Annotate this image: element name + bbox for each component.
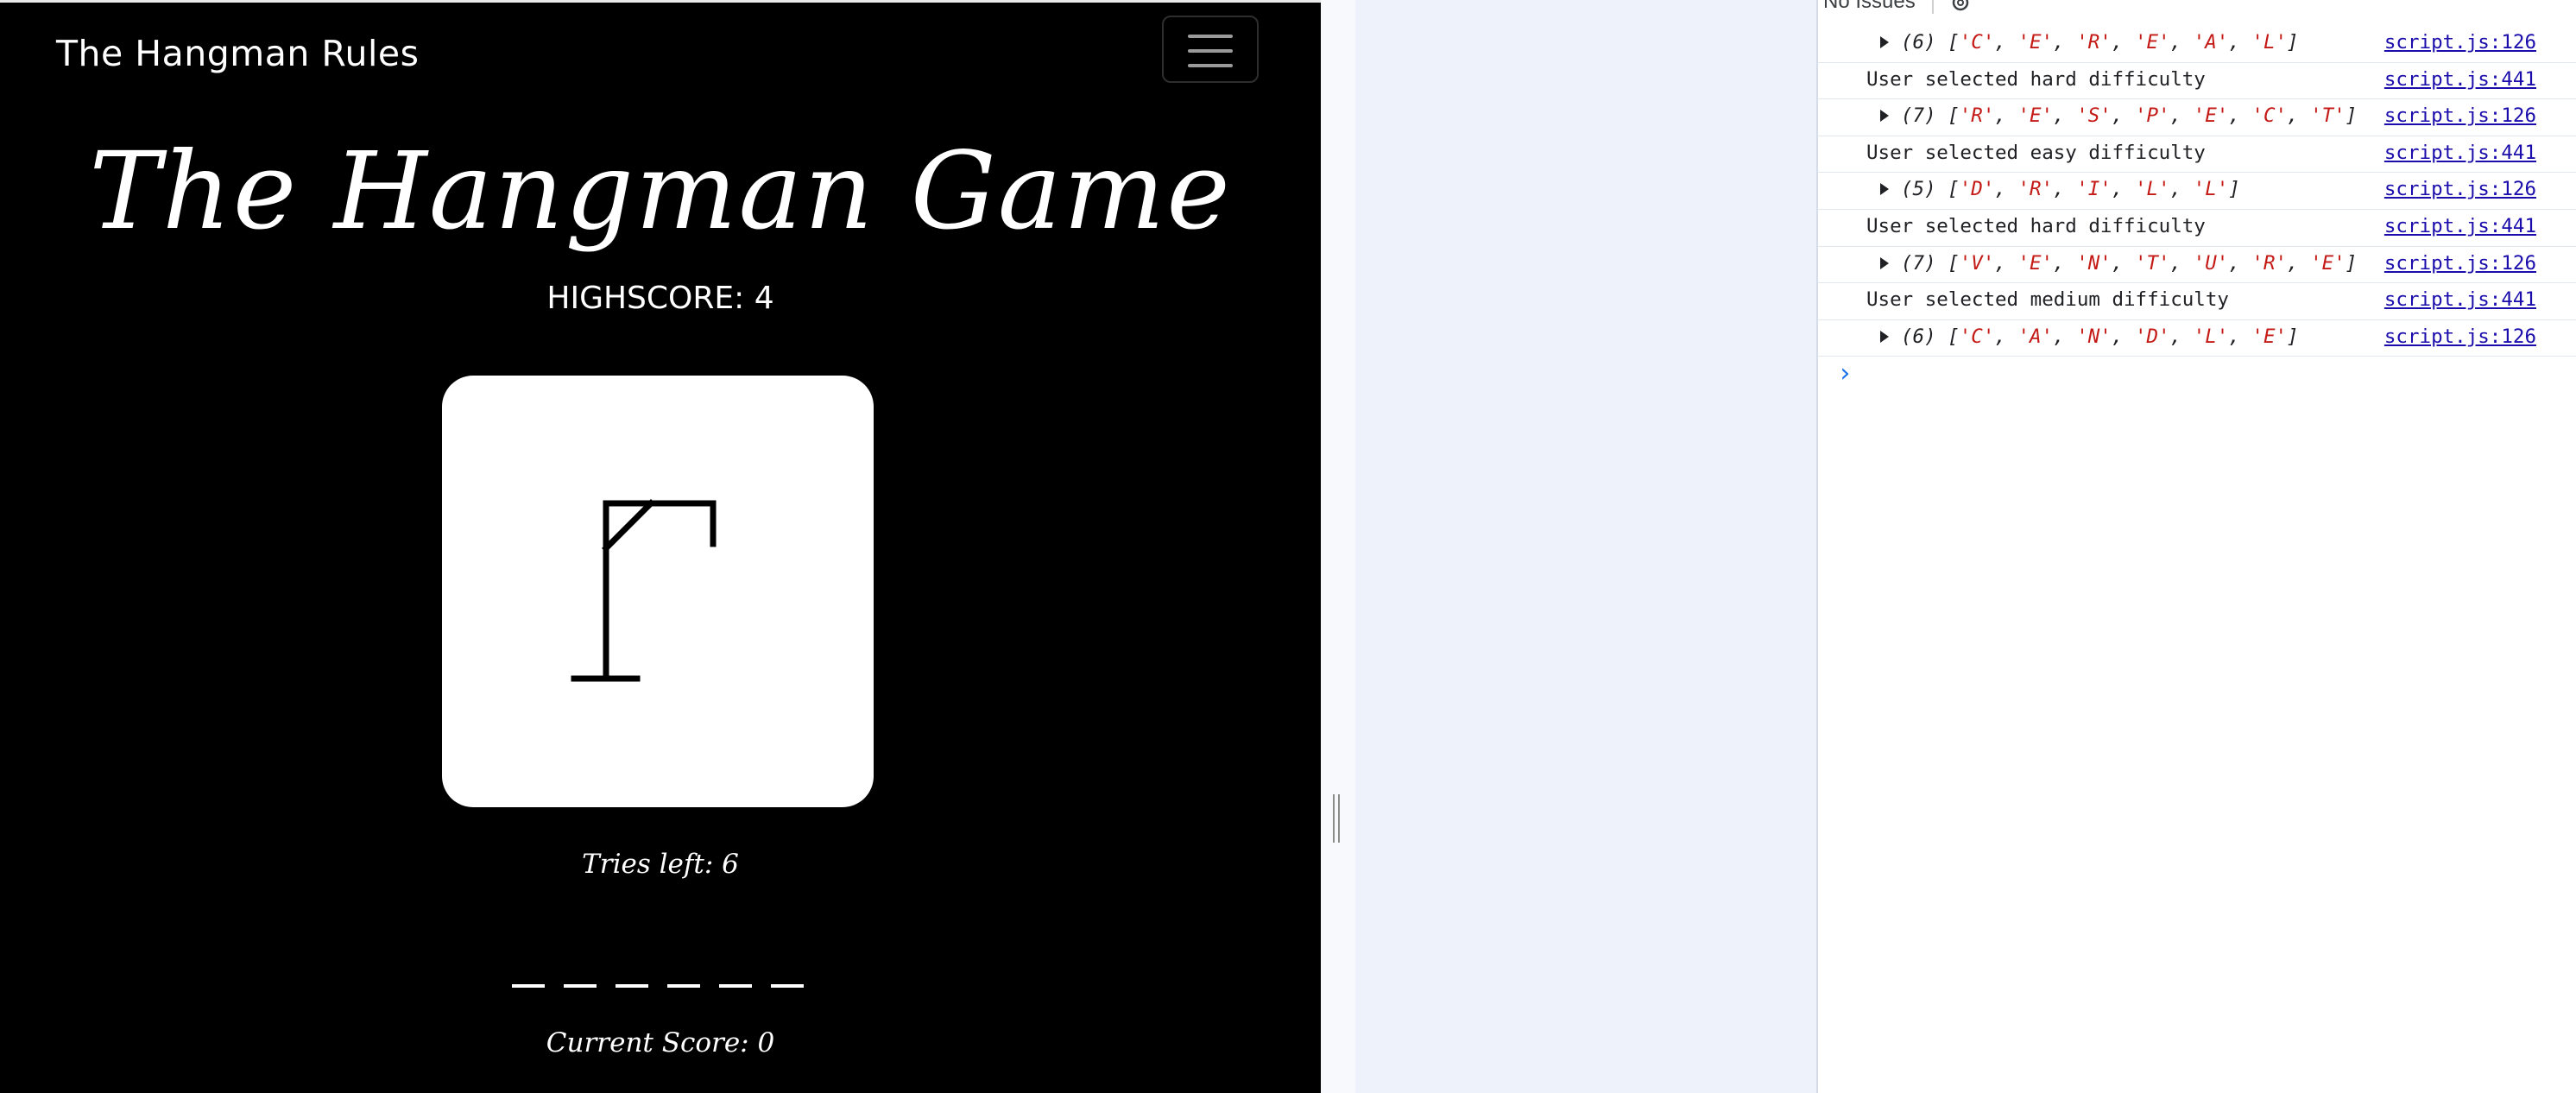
array-length: (7): [1901, 251, 1936, 275]
array-item: 'E': [2017, 31, 2054, 54]
navbar-menu-button[interactable]: [1162, 16, 1259, 83]
array-length: (7): [1901, 104, 1936, 128]
array-item: 'S': [2076, 104, 2112, 128]
source-link[interactable]: script.js:441: [2384, 142, 2536, 164]
array-item: 'L': [2193, 178, 2229, 201]
array-item: 'D': [1959, 178, 1995, 201]
array-length: (5): [1901, 178, 1936, 201]
array-item: 'T': [2310, 104, 2346, 128]
top-border: [0, 0, 1321, 3]
array-item: 'E': [2017, 104, 2054, 128]
console-prompt-icon[interactable]: ›: [1837, 358, 1853, 389]
console-log-row: User selected hard difficulty script.js:4…: [1818, 210, 2576, 247]
highscore-label: HIGHSCORE: 4: [546, 281, 774, 316]
array-item: 'E': [2134, 31, 2170, 54]
console-log-row: User selected hard difficulty script.js:4…: [1818, 63, 2576, 100]
array-item: 'E': [2310, 251, 2346, 275]
array-item: 'R': [1959, 104, 1995, 128]
console-message: (5) ['D', 'R', 'I', 'L', 'L']: [1901, 178, 2240, 201]
array-item: 'C': [1959, 325, 1995, 348]
console-message: (6) ['C', 'A', 'N', 'D', 'L', 'E']: [1901, 325, 2299, 348]
array-length: (6): [1901, 31, 1936, 54]
array-item: 'C': [1959, 31, 1995, 54]
console-message: User selected hard difficulty: [1866, 214, 2206, 237]
letter-slot: [564, 984, 597, 988]
source-link[interactable]: script.js:441: [2384, 288, 2536, 311]
array-item: 'V': [1959, 251, 1995, 275]
source-link[interactable]: script.js:441: [2384, 215, 2536, 237]
console-message: (7) ['R', 'E', 'S', 'P', 'E', 'C', 'T']: [1901, 104, 2358, 128]
panel-resize-handle[interactable]: [1333, 794, 1342, 843]
source-link[interactable]: script.js:126: [2384, 178, 2536, 200]
gear-icon[interactable]: [1949, 0, 1972, 14]
expand-triangle-icon[interactable]: [1880, 330, 1889, 343]
splitter-line: [1333, 794, 1335, 843]
array-item: 'L': [2134, 178, 2170, 201]
hangman-board: [442, 376, 874, 807]
viewport-gutter: [1321, 0, 1355, 1093]
source-link[interactable]: script.js:126: [2384, 325, 2536, 348]
devtools-console-panel: No Issues (6) ['C', 'E', 'R', 'E', 'A', …: [1816, 0, 2576, 1093]
array-item: 'D': [2134, 325, 2170, 348]
array-item: 'T': [2134, 251, 2170, 275]
console-log-row: User selected easy difficulty script.js:4…: [1818, 136, 2576, 174]
array-item: 'P': [2134, 104, 2170, 128]
expand-triangle-icon[interactable]: [1880, 256, 1889, 269]
array-item: 'I': [2076, 178, 2112, 201]
array-item: 'R': [2017, 178, 2054, 201]
game-viewport: The Hangman Rules The Hangman Game HIGHS…: [0, 0, 1321, 1093]
hamburger-icon: [1188, 49, 1233, 53]
console-message: (7) ['V', 'E', 'N', 'T', 'U', 'R', 'E']: [1901, 251, 2358, 275]
console-array-row[interactable]: (7) ['V', 'E', 'N', 'T', 'U', 'R', 'E'] s…: [1818, 247, 2576, 284]
array-item: 'A': [2017, 325, 2054, 348]
console-array-row[interactable]: (6) ['C', 'A', 'N', 'D', 'L', 'E'] script…: [1818, 320, 2576, 357]
tries-left-label: Tries left: 6: [582, 849, 739, 880]
toolbar-divider: [1932, 0, 1934, 14]
letter-slot: [719, 984, 752, 988]
letter-slot: [616, 984, 648, 988]
gallows-drawing: [571, 499, 717, 682]
expand-triangle-icon[interactable]: [1880, 110, 1889, 123]
array-item: 'C': [2251, 104, 2288, 128]
console-message: User selected easy difficulty: [1866, 141, 2206, 164]
array-item: 'U': [2193, 251, 2229, 275]
array-item: 'E': [2251, 325, 2288, 348]
console-message: User selected hard difficulty: [1866, 67, 2206, 91]
array-length: (6): [1901, 325, 1936, 348]
console-array-row[interactable]: (6) ['C', 'E', 'R', 'E', 'A', 'L'] script…: [1818, 26, 2576, 63]
console-message: (6) ['C', 'E', 'R', 'E', 'A', 'L']: [1901, 31, 2299, 54]
word-slots: [512, 965, 805, 991]
source-link[interactable]: script.js:441: [2384, 68, 2536, 91]
gallows-brace: [602, 499, 655, 553]
hamburger-icon: [1188, 64, 1233, 67]
console-array-row[interactable]: (5) ['D', 'R', 'I', 'L', 'L'] script.js:1…: [1818, 173, 2576, 210]
console-messages: (6) ['C', 'E', 'R', 'E', 'A', 'L'] script…: [1818, 26, 2576, 357]
array-item: 'E': [2017, 251, 2054, 275]
navbar-brand[interactable]: The Hangman Rules: [56, 33, 419, 74]
array-item: 'L': [2193, 325, 2229, 348]
source-link[interactable]: script.js:126: [2384, 31, 2536, 54]
console-array-row[interactable]: (7) ['R', 'E', 'S', 'P', 'E', 'C', 'T'] s…: [1818, 99, 2576, 136]
issues-status[interactable]: No Issues: [1823, 0, 1916, 14]
console-log-row: User selected medium difficulty script.js…: [1818, 283, 2576, 320]
array-item: 'N': [2076, 251, 2112, 275]
page-title: The Hangman Game: [89, 130, 1232, 254]
array-item: 'L': [2251, 31, 2288, 54]
letter-slot: [667, 984, 700, 988]
array-item: 'E': [2193, 104, 2229, 128]
splitter-line: [1338, 794, 1340, 843]
array-item: 'A': [2193, 31, 2229, 54]
hamburger-icon: [1188, 35, 1233, 38]
letter-slot: [512, 984, 545, 988]
expand-triangle-icon[interactable]: [1880, 183, 1889, 196]
array-item: 'R': [2251, 251, 2288, 275]
array-item: 'R': [2076, 31, 2112, 54]
current-score-label: Current Score: 0: [546, 1027, 775, 1058]
source-link[interactable]: script.js:126: [2384, 104, 2536, 127]
expand-triangle-icon[interactable]: [1880, 36, 1889, 48]
console-message: User selected medium difficulty: [1866, 288, 2229, 312]
array-item: 'N': [2076, 325, 2112, 348]
source-link[interactable]: script.js:126: [2384, 252, 2536, 275]
letter-slot: [771, 984, 804, 988]
